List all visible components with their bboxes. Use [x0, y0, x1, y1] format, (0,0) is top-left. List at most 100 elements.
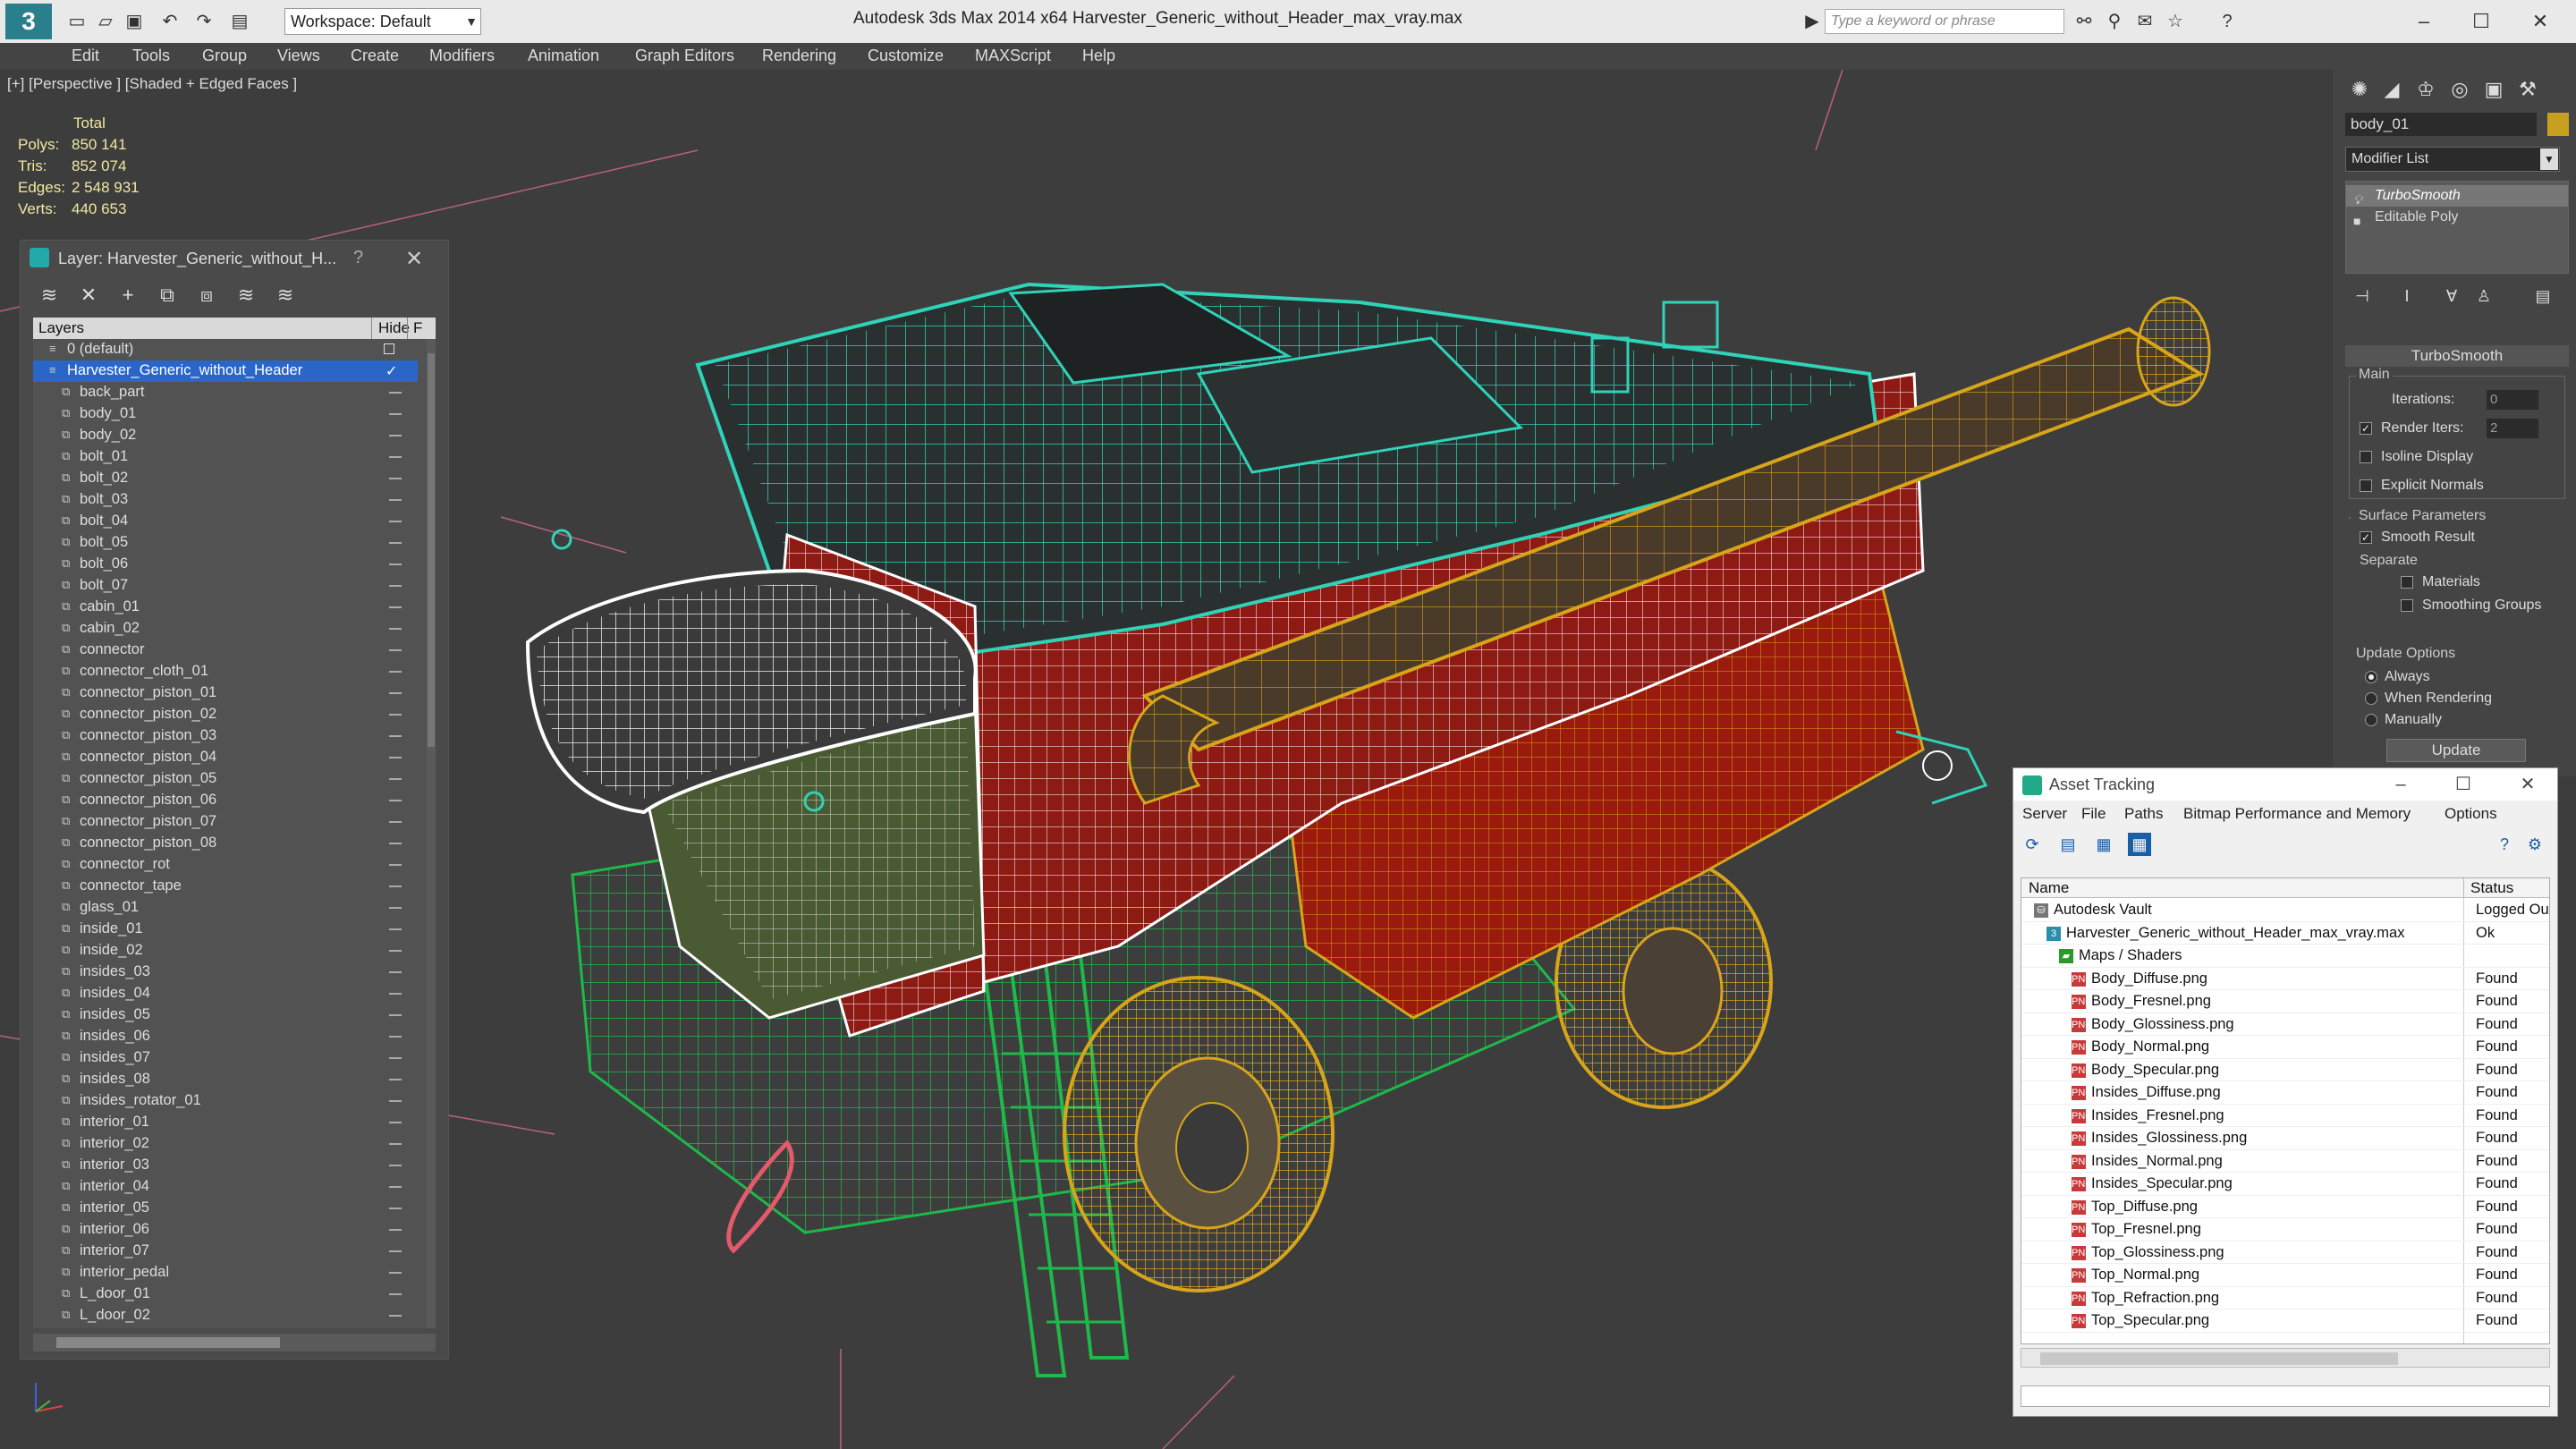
hide-toggle[interactable]	[389, 821, 402, 823]
asset-row[interactable]: ⛁ Autodesk Vault Logged Ou	[2021, 899, 2549, 922]
asset-path-field[interactable]	[2021, 1385, 2550, 1407]
menu-options[interactable]: Options	[2445, 805, 2497, 823]
settings-icon[interactable]: ⚙	[2523, 833, 2546, 856]
menu-file[interactable]: File	[2081, 805, 2106, 823]
menu-paths[interactable]: Paths	[2124, 805, 2163, 823]
hide-toggle[interactable]	[389, 392, 402, 394]
hide-toggle[interactable]	[389, 1014, 402, 1016]
asset-row[interactable]: PNG Insides_Diffuse.png Found	[2021, 1081, 2549, 1105]
hide-toggle[interactable]	[389, 886, 402, 887]
hide-toggle[interactable]	[389, 928, 402, 930]
layer-row[interactable]: ⧉ bolt_05	[33, 532, 418, 554]
layer-row[interactable]: ⧉ connector_piston_04	[33, 747, 418, 768]
layer-row[interactable]: ⧉ connector_piston_06	[33, 790, 418, 811]
hide-toggle[interactable]	[389, 1100, 402, 1102]
layer-row[interactable]: ⧉ interior_04	[33, 1176, 418, 1198]
stack-item-turbosmooth[interactable]: 💡︎ TurboSmooth	[2346, 185, 2568, 207]
hide-toggle[interactable]	[389, 1165, 402, 1166]
hide-toggle[interactable]	[389, 1143, 402, 1145]
menu-modifiers[interactable]: Modifiers	[429, 47, 495, 65]
open-file-icon[interactable]: ▱	[93, 9, 118, 34]
motion-tab-icon[interactable]: ◎	[2445, 75, 2474, 104]
layer-row[interactable]: ⧉ glass_01	[33, 897, 418, 919]
hide-toggle[interactable]	[389, 1036, 402, 1038]
create-tab-icon[interactable]: ✺	[2345, 75, 2374, 104]
layer-row[interactable]: ⧉ insides_07	[33, 1047, 418, 1069]
asset-titlebar[interactable]: Asset Tracking – ☐ ✕	[2013, 768, 2557, 801]
asset-row[interactable]: PNG Body_Glossiness.png Found	[2021, 1013, 2549, 1036]
smooth-result-checkbox[interactable]: ✓	[2360, 531, 2372, 544]
hide-toggle[interactable]	[389, 993, 402, 995]
show-end-result-icon[interactable]: I	[2394, 283, 2420, 309]
menu-rendering[interactable]: Rendering	[762, 47, 836, 65]
asset-row[interactable]: ▰ Maps / Shaders	[2021, 945, 2549, 968]
asset-row[interactable]: PNG Body_Specular.png Found	[2021, 1059, 2549, 1081]
menu-help[interactable]: Help	[1082, 47, 1115, 65]
hide-toggle[interactable]	[389, 1293, 402, 1295]
iterations-field[interactable]: 0	[2487, 390, 2538, 410]
asset-row[interactable]: PNG Top_Glossiness.png Found	[2021, 1241, 2549, 1264]
hide-toggle[interactable]	[389, 628, 402, 630]
layer-panel-titlebar[interactable]: Layer: Harvester_Generic_without_H... ? …	[21, 241, 448, 276]
asset-row[interactable]: PNG Top_Diffuse.png Found	[2021, 1196, 2549, 1218]
hide-toggle[interactable]	[389, 521, 402, 522]
make-unique-icon[interactable]: ∀	[2438, 283, 2465, 309]
rollout-header[interactable]: TurboSmooth	[2345, 345, 2569, 367]
asset-row[interactable]: PNG Top_Normal.png Found	[2021, 1264, 2549, 1287]
asset-row[interactable]: PNG Insides_Specular.png Found	[2021, 1173, 2549, 1196]
asset-row[interactable]: PNG Body_Fresnel.png Found	[2021, 990, 2549, 1013]
display-tab-icon[interactable]: ▣	[2479, 75, 2508, 104]
menu-maxscript[interactable]: MAXScript	[975, 47, 1051, 65]
layer-row[interactable]: ⧉ interior_01	[33, 1112, 418, 1133]
close-button[interactable]: ✕	[405, 246, 423, 272]
close-button[interactable]: ✕	[2505, 772, 2550, 797]
layer-row[interactable]: ⧉ inside_02	[33, 940, 418, 962]
help-icon[interactable]: ?	[2215, 9, 2240, 34]
layer-row[interactable]: ⧉ bolt_04	[33, 511, 418, 532]
thumbnail-view-icon[interactable]: ▦	[2092, 833, 2115, 856]
search-expand-icon[interactable]: ▶	[1800, 9, 1825, 34]
layer-row[interactable]: ⧉ body_01	[33, 403, 418, 425]
hide-toggle[interactable]	[389, 1208, 402, 1209]
asset-row[interactable]: PNG Body_Normal.png Found	[2021, 1036, 2549, 1059]
hierarchy-tab-icon[interactable]: ♔	[2411, 75, 2440, 104]
maximize-button[interactable]: ☐	[2454, 4, 2508, 39]
select-objects-icon[interactable]: ⧉	[153, 282, 182, 309]
layer-row[interactable]: ⧉ connector_cloth_01	[33, 661, 418, 682]
explicit-normals-checkbox[interactable]	[2360, 479, 2372, 492]
hide-toggle[interactable]	[389, 778, 402, 780]
smoothing-groups-checkbox[interactable]	[2401, 599, 2413, 612]
menu-group[interactable]: Group	[202, 47, 247, 65]
when-rendering-radio[interactable]	[2365, 692, 2377, 705]
help-icon[interactable]: ?	[2493, 833, 2516, 856]
layer-hscroll-thumb[interactable]	[56, 1337, 280, 1348]
hide-toggle[interactable]	[389, 1122, 402, 1123]
maximize-button[interactable]: ☐	[2441, 772, 2486, 797]
layer-row[interactable]: ⧉ bolt_02	[33, 468, 418, 489]
asset-row[interactable]: PNG Insides_Fresnel.png Found	[2021, 1105, 2549, 1127]
hide-toggle[interactable]	[389, 1186, 402, 1188]
highlight-layer-icon[interactable]: ⧈	[192, 282, 221, 309]
layer-row[interactable]: ⧉ interior_02	[33, 1133, 418, 1155]
layer-row[interactable]: ⧉ interior_07	[33, 1241, 418, 1262]
refresh-icon[interactable]: ⟳	[2021, 833, 2044, 856]
materials-checkbox[interactable]	[2401, 576, 2413, 589]
hide-toggle[interactable]	[389, 435, 402, 436]
favorites-star-icon[interactable]: ☆	[2163, 9, 2188, 34]
layer-row[interactable]: ⧉ inside_01	[33, 919, 418, 940]
column-name[interactable]: Name	[2029, 879, 2069, 897]
layer-row[interactable]: ⧉ L_door_02	[33, 1305, 418, 1326]
hide-toggle[interactable]	[389, 456, 402, 458]
hide-toggle[interactable]	[389, 864, 402, 866]
create-layer-icon[interactable]: ≋	[35, 282, 64, 309]
undo-icon[interactable]: ↶	[157, 9, 182, 34]
hide-toggle[interactable]	[389, 671, 402, 673]
menu-server[interactable]: Server	[2022, 805, 2067, 823]
manually-radio[interactable]	[2365, 714, 2377, 726]
pin-stack-icon[interactable]: ⊣	[2349, 283, 2376, 309]
hide-toggle[interactable]	[389, 1315, 402, 1317]
hide-toggle[interactable]	[389, 606, 402, 608]
layer-row[interactable]: ⧉ bolt_03	[33, 489, 418, 511]
layer-row[interactable]: ⧉ bolt_01	[33, 446, 418, 468]
render-iters-checkbox[interactable]: ✓	[2360, 422, 2372, 435]
